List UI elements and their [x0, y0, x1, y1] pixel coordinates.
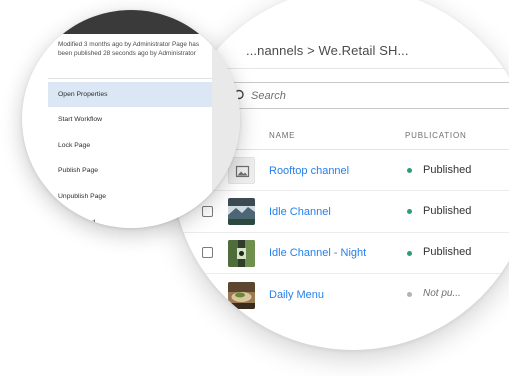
menu-item-lock-page[interactable]: Lock Page	[48, 133, 212, 158]
search-field[interactable]	[222, 82, 509, 109]
menu-item-open-properties[interactable]: Open Properties	[48, 82, 212, 107]
publication-status: Published	[423, 246, 472, 258]
row-checkbox[interactable]	[202, 289, 213, 300]
page-background	[212, 34, 240, 228]
search-input[interactable]	[251, 89, 491, 102]
modification-info: Modified 3 months ago by Administrator P…	[58, 41, 200, 58]
row-divider	[180, 232, 509, 233]
published-status-dot	[407, 209, 412, 214]
context-menu-magnifier: Modified 3 months ago by Administrator P…	[22, 10, 240, 228]
row-checkbox[interactable]	[202, 247, 213, 258]
column-header-name[interactable]: NAME	[269, 131, 295, 140]
breadcrumb[interactable]: ...nannels > We.Retail SH...	[246, 43, 409, 58]
menu-divider	[48, 78, 212, 79]
publication-status: Not pu...	[423, 288, 461, 299]
publication-status: Published	[423, 164, 472, 176]
row-name-link[interactable]: Idle Channel - Night	[269, 247, 366, 259]
column-header-publication[interactable]: PUBLICATION	[405, 131, 467, 140]
publication-status: Published	[423, 205, 472, 217]
app-header-bar	[22, 10, 240, 34]
menu-item-published[interactable]: ... Published	[48, 210, 212, 228]
menu-item-publish-page[interactable]: Publish Page	[48, 158, 212, 183]
food-photo-thumbnail	[228, 282, 255, 309]
unpublished-status-dot	[407, 292, 412, 297]
night-photo-thumbnail	[228, 240, 255, 267]
row-name-link[interactable]: Idle Channel	[269, 206, 331, 218]
row-name-link[interactable]: Daily Menu	[269, 289, 324, 301]
menu-item-start-workflow[interactable]: Start Workflow	[48, 107, 212, 132]
row-divider	[180, 273, 509, 274]
row-name-link[interactable]: Rooftop channel	[269, 165, 349, 177]
published-status-dot	[407, 168, 412, 173]
menu-item-unpublish-page[interactable]: Unpublish Page	[48, 184, 212, 209]
published-status-dot	[407, 251, 412, 256]
